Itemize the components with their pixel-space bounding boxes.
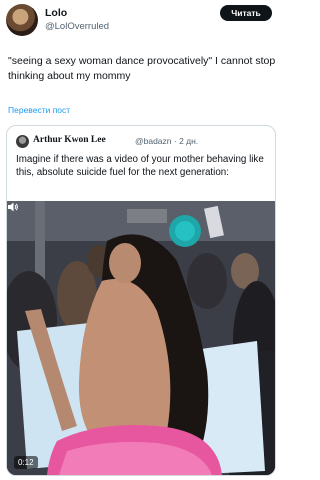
- avatar[interactable]: [6, 4, 38, 36]
- translate-link[interactable]: Перевести пост: [8, 105, 70, 115]
- tweet-header: Lolo @LolOverruled Читать: [0, 0, 283, 40]
- video-player[interactable]: 0:12: [7, 201, 275, 475]
- user-name[interactable]: Lolo: [45, 7, 67, 19]
- video-frame: [7, 201, 275, 475]
- quoted-tweet-text: Imagine if there was a video of your mot…: [16, 154, 264, 178]
- volume-icon[interactable]: [7, 201, 19, 213]
- quoted-avatar: [16, 135, 29, 148]
- quoted-user-meta: @badazn · 2 дн.: [135, 136, 199, 146]
- video-duration: 0:12: [14, 456, 38, 469]
- user-handle[interactable]: @LolOverruled: [45, 21, 109, 32]
- quoted-user-name: Arthur Kwon Lee: [33, 135, 106, 145]
- follow-button[interactable]: Читать: [220, 5, 272, 21]
- quoted-tweet[interactable]: Arthur Kwon Lee @badazn · 2 дн. Imagine …: [6, 125, 276, 476]
- tweet-text: "seeing a sexy woman dance provocatively…: [8, 55, 276, 82]
